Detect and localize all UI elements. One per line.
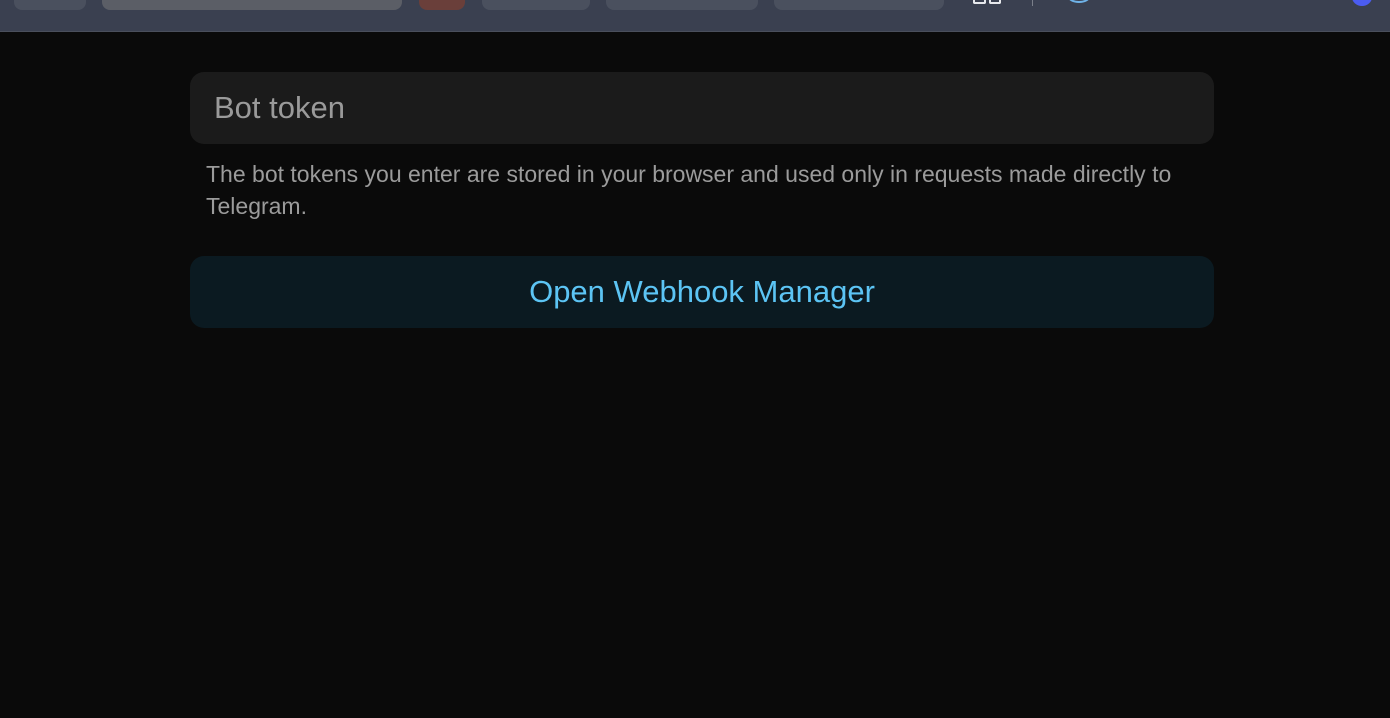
extension-loop-icon[interactable]	[1068, 0, 1090, 3]
bookmark-item[interactable]	[482, 0, 590, 10]
bot-token-input[interactable]	[190, 72, 1214, 144]
bookmark-item[interactable]	[606, 0, 758, 10]
bookmark-item[interactable]	[774, 0, 944, 10]
pinned-tab-icon[interactable]	[419, 0, 465, 10]
profile-avatar-icon[interactable]	[1352, 0, 1372, 6]
webhook-form: The bot tokens you enter are stored in y…	[190, 72, 1214, 328]
toolbar-divider	[1032, 0, 1033, 6]
address-bar[interactable]	[102, 0, 402, 10]
toolbar-nav-button[interactable]	[14, 0, 86, 10]
open-webhook-manager-button[interactable]: Open Webhook Manager	[190, 256, 1214, 328]
browser-toolbar: ★★★★★★★★★★	[0, 0, 1390, 32]
toolbar-extension-icons[interactable]: ★★★★★★★★★★	[1180, 0, 1325, 1]
token-storage-hint: The bot tokens you enter are stored in y…	[206, 161, 1172, 219]
apps-grid-icon[interactable]	[973, 0, 1001, 4]
